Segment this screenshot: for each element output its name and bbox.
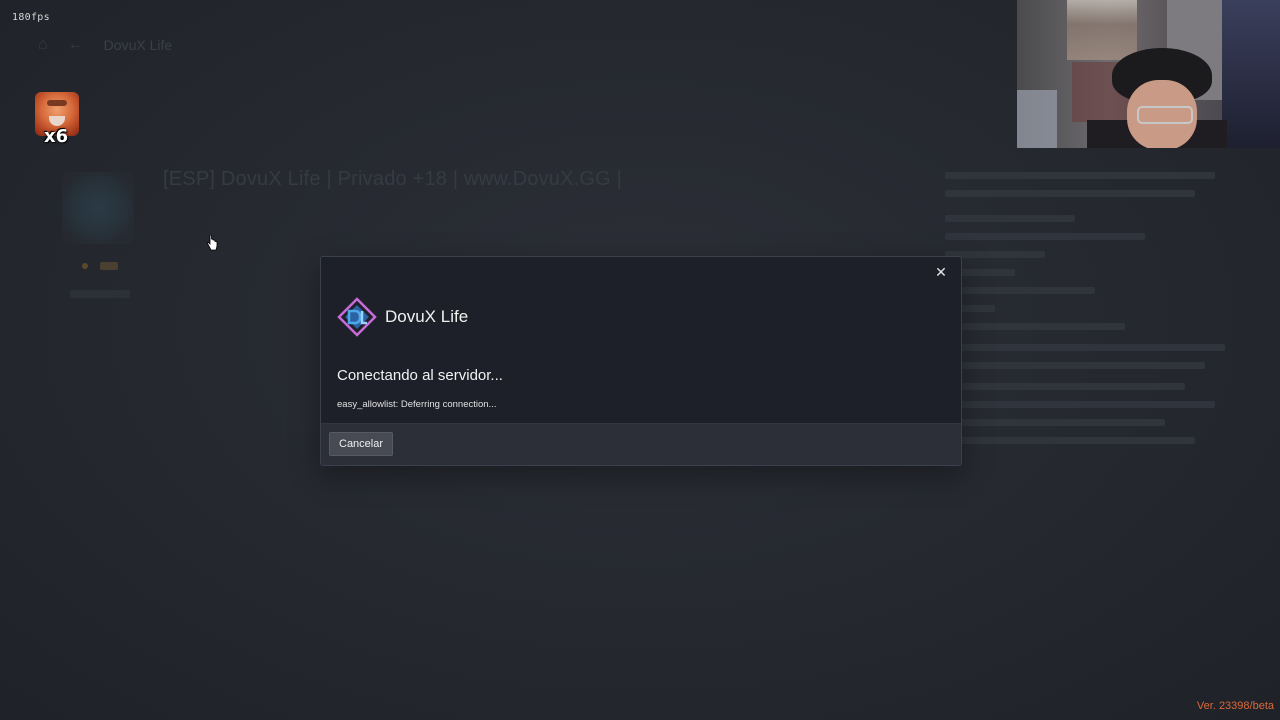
dialog-footer: Cancelar xyxy=(321,423,961,465)
home-icon[interactable]: ⌂ xyxy=(38,36,48,54)
webcam-overlay xyxy=(1017,0,1280,148)
status-dot xyxy=(82,263,88,269)
background-nav: ⌂ ← DovuX Life xyxy=(38,36,172,54)
fps-counter: 180fps xyxy=(12,12,50,23)
status-tag xyxy=(100,262,118,270)
emote-badge: x6 xyxy=(34,92,80,148)
connecting-dialog: ✕ DovuX Life Conectando al servidor... e… xyxy=(320,256,962,466)
close-icon[interactable]: ✕ xyxy=(931,262,951,282)
server-logo xyxy=(62,172,134,244)
cancel-button[interactable]: Cancelar xyxy=(329,432,394,456)
server-meta xyxy=(70,290,130,298)
screen: ⌂ ← DovuX Life [ESP] DovuX Life | Privad… xyxy=(0,0,1280,720)
server-title: [ESP] DovuX Life | Privado +18 | www.Dov… xyxy=(163,168,623,190)
breadcrumb: DovuX Life xyxy=(103,37,173,53)
dovux-logo-icon xyxy=(337,297,377,337)
dialog-brand: DovuX Life xyxy=(337,297,468,337)
dialog-brand-name: DovuX Life xyxy=(385,307,469,326)
hand-cursor-icon xyxy=(207,235,218,251)
connection-status-title: Conectando al servidor... xyxy=(337,367,503,384)
connection-status-detail: easy_allowlist: Deferring connection... xyxy=(337,399,497,410)
emote-multiplier: x6 xyxy=(44,126,69,147)
version-label: Ver. 23398/beta xyxy=(1196,700,1274,712)
server-info-panel xyxy=(945,172,1235,455)
back-arrow-icon[interactable]: ← xyxy=(68,36,84,54)
